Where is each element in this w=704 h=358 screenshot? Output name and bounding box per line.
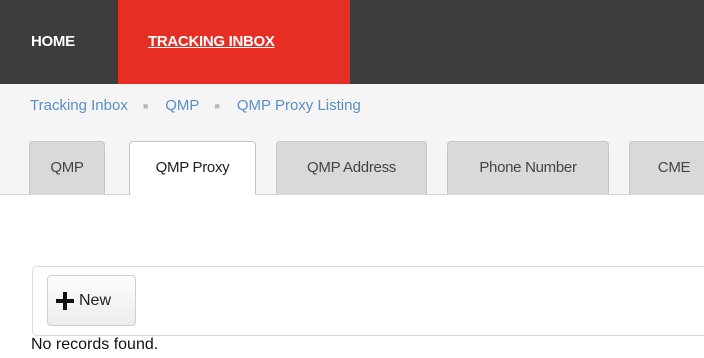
- top-nav-bar: HOME TRACKING INBOX: [0, 0, 704, 84]
- breadcrumb-tracking-inbox[interactable]: Tracking Inbox: [30, 97, 128, 114]
- nav-tracking-inbox[interactable]: TRACKING INBOX: [118, 0, 350, 84]
- plus-icon: [56, 291, 74, 310]
- tab-qmp-proxy[interactable]: QMP Proxy: [129, 141, 256, 195]
- no-records-message: No records found.: [31, 336, 159, 353]
- breadcrumb-qmp-proxy-listing[interactable]: QMP Proxy Listing: [237, 97, 361, 114]
- nav-home[interactable]: HOME: [31, 0, 75, 84]
- new-button-label: New: [79, 291, 112, 309]
- tab-baseline: [0, 194, 704, 195]
- breadcrumb-separator: ■: [214, 100, 220, 111]
- tab-strip: QMP QMP Proxy QMP Address Phone Number C…: [0, 127, 704, 195]
- breadcrumb: Tracking Inbox ■ QMP ■ QMP Proxy Listing: [0, 84, 704, 127]
- tab-phone-number[interactable]: Phone Number: [447, 141, 609, 194]
- nav-tracking-inbox-label: TRACKING INBOX: [148, 33, 275, 50]
- breadcrumb-separator: ■: [142, 100, 149, 111]
- tab-qmp[interactable]: QMP: [29, 141, 105, 194]
- tab-qmp-address[interactable]: QMP Address: [276, 141, 427, 194]
- breadcrumb-qmp[interactable]: QMP: [165, 97, 199, 114]
- new-button[interactable]: New: [47, 275, 136, 326]
- tab-cme[interactable]: CME: [629, 141, 704, 194]
